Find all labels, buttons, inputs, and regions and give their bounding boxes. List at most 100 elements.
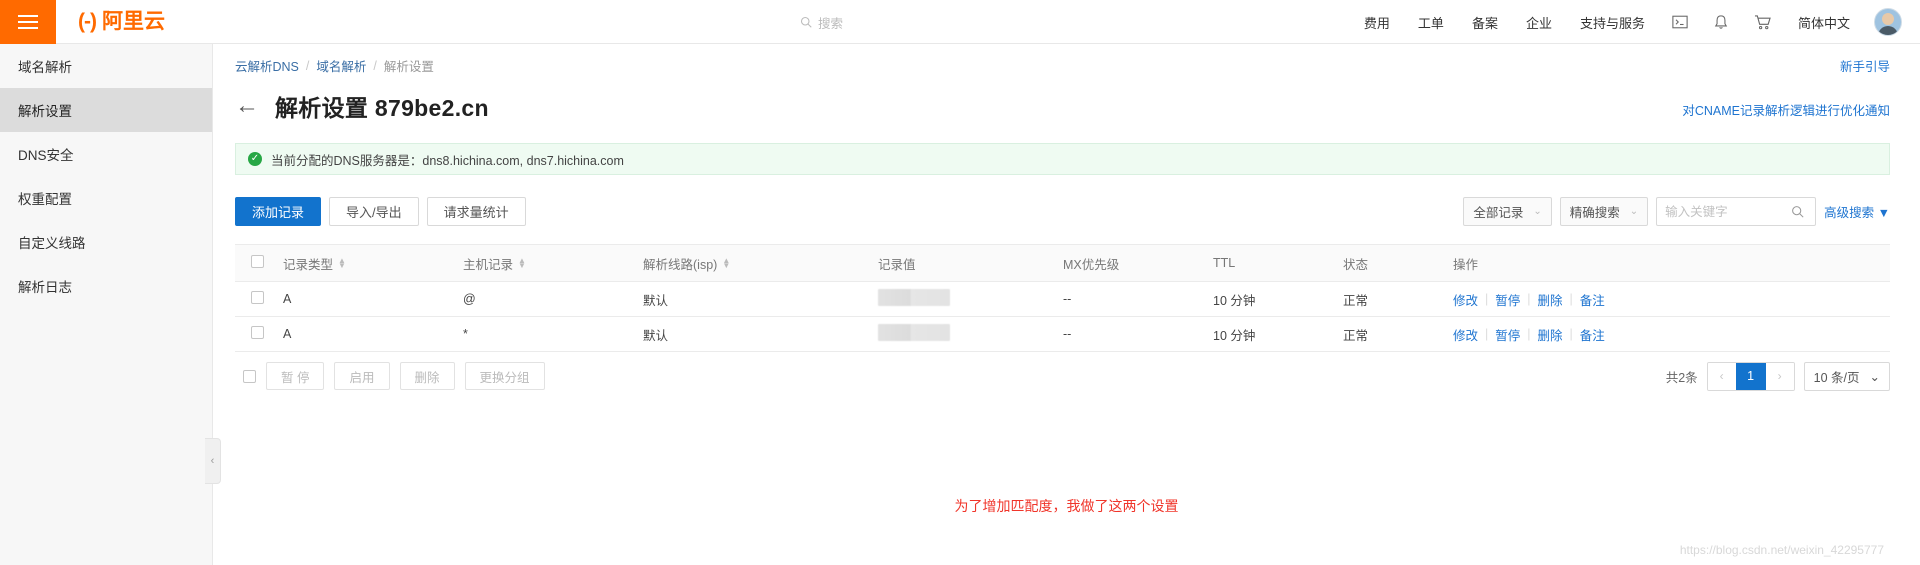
sidebar-item-domain-resolution[interactable]: 域名解析 (0, 44, 212, 88)
breadcrumb-item-domain-resolution[interactable]: 域名解析 (316, 56, 366, 75)
language-selector[interactable]: 简体中文 (1784, 13, 1864, 32)
back-arrow-icon[interactable]: ← (235, 94, 259, 118)
row-select-cell (235, 281, 275, 317)
search-mode-value: 精确搜索 (1569, 206, 1620, 220)
sidebar-item-dns-security[interactable]: DNS安全 (0, 132, 212, 176)
chevron-down-icon: ⌄ (1869, 369, 1880, 384)
search-input[interactable] (1665, 204, 1786, 219)
record-filter-value: 全部记录 (1473, 206, 1524, 220)
select-all-header (235, 244, 275, 282)
delete-record-link[interactable]: 删除 (1538, 325, 1563, 344)
bell-icon[interactable] (1701, 14, 1741, 30)
remark-record-link[interactable]: 备注 (1580, 290, 1605, 309)
cell-ttl: 10 分钟 (1205, 281, 1335, 317)
keyword-search-box[interactable] (1656, 197, 1817, 226)
column-mx-priority: MX优先级 (1055, 244, 1205, 282)
redacted-value (878, 324, 950, 341)
row-checkbox[interactable] (251, 326, 264, 339)
beginner-guide-link[interactable]: 新手引导 (1840, 56, 1890, 75)
aliyun-logo[interactable]: (-) 阿里云 (78, 11, 165, 32)
topnav-item-tickets[interactable]: 工单 (1404, 13, 1458, 32)
cname-optimization-notice-link[interactable]: 对CNAME记录解析逻辑进行优化通知 (1682, 100, 1890, 123)
column-host-record[interactable]: 主机记录 ▲ ▼ (455, 244, 635, 282)
user-avatar[interactable] (1874, 8, 1902, 36)
cell-resolution-line: 默认 (635, 316, 870, 352)
remark-record-link[interactable]: 备注 (1580, 325, 1605, 344)
column-status: 状态 (1335, 244, 1445, 282)
sidebar-item-label: DNS安全 (18, 148, 74, 163)
page-title: 解析设置 879be2.cn (275, 95, 489, 121)
bulk-enable-button[interactable]: 启用 (334, 362, 390, 390)
breadcrumb-item-cloud-dns[interactable]: 云解析DNS (235, 56, 299, 75)
table-header-row: 记录类型 ▲ ▼ 主机记录 ▲ ▼ 解析线路(isp) ▲ ▼ 记录值 MX优先… (235, 244, 1890, 282)
sidebar-item-resolution-settings[interactable]: 解析设置 (0, 88, 212, 132)
sort-icon[interactable]: ▲ ▼ (518, 257, 526, 270)
prev-page-button[interactable]: ‹ (1707, 362, 1736, 390)
bulk-actions: 暂 停 启用 删除 更换分组 (235, 362, 545, 390)
terminal-icon[interactable] (1659, 15, 1701, 29)
bulk-change-group-button[interactable]: 更换分组 (464, 362, 545, 390)
status-badge: 正常 (1335, 316, 1445, 352)
import-export-button[interactable]: 导入/导出 (329, 197, 419, 226)
edit-record-link[interactable]: 修改 (1453, 290, 1478, 309)
sidebar-item-weight-config[interactable]: 权重配置 (0, 176, 212, 220)
action-separator: | (1569, 327, 1573, 341)
cell-mx-priority: -- (1055, 281, 1205, 317)
breadcrumb-separator: / (373, 58, 377, 73)
global-search-input[interactable]: 搜索 (800, 0, 843, 44)
page-size-select[interactable]: 10 条/页 ⌄ (1803, 361, 1890, 391)
breadcrumb: 云解析DNS / 域名解析 / 解析设置 (235, 56, 434, 75)
sidebar-collapse-toggle[interactable]: ‹ (205, 438, 221, 484)
table-body: A @ 默认 -- 10 分钟 正常 修改 | 暂停 | 删除 | 备注 A *… (235, 281, 1890, 352)
dns-server-notice-text: 当前分配的DNS服务器是：dns8.hichina.com, dns7.hich… (271, 153, 624, 168)
select-all-checkbox[interactable] (251, 255, 264, 268)
column-resolution-line[interactable]: 解析线路(isp) ▲ ▼ (635, 244, 870, 282)
row-checkbox[interactable] (251, 291, 264, 304)
filter-controls: 全部记录 ⌄ 精确搜索 ⌄ 高级搜索 ▼ (1463, 197, 1890, 226)
sort-icon[interactable]: ▲ ▼ (722, 257, 730, 270)
cell-mx-priority: -- (1055, 316, 1205, 352)
add-record-button[interactable]: 添加记录 (235, 197, 322, 226)
table-toolbar: 添加记录 导入/导出 请求量统计 全部记录 ⌄ 精确搜索 ⌄ 高级搜索 (235, 197, 1890, 226)
dns-server-notice: ✓ 当前分配的DNS服务器是：dns8.hichina.com, dns7.hi… (235, 143, 1890, 175)
search-mode-select[interactable]: 精确搜索 ⌄ (1559, 197, 1649, 226)
top-navigation-bar: (-) 阿里云 搜索 费用 工单 备案 企业 支持与服务 简体中文 (0, 0, 1920, 44)
page-number-1[interactable]: 1 (1735, 362, 1766, 390)
sort-icon[interactable]: ▲ ▼ (338, 257, 346, 270)
topnav-item-icp[interactable]: 备案 (1458, 13, 1512, 32)
column-label: 状态 (1343, 257, 1369, 272)
chevron-down-icon: ⌄ (1533, 206, 1542, 217)
sidebar-item-custom-line[interactable]: 自定义线路 (0, 220, 212, 264)
request-stats-button[interactable]: 请求量统计 (426, 197, 526, 226)
table-row: A @ 默认 -- 10 分钟 正常 修改 | 暂停 | 删除 | 备注 (235, 281, 1890, 317)
main-content: 云解析DNS / 域名解析 / 解析设置 新手引导 ← 解析设置 879be2.… (213, 44, 1920, 565)
topnav-item-enterprise[interactable]: 企业 (1512, 13, 1566, 32)
bulk-pause-button[interactable]: 暂 停 (266, 362, 325, 390)
cart-icon[interactable] (1741, 14, 1784, 30)
topnav-item-support[interactable]: 支持与服务 (1566, 13, 1659, 32)
delete-record-link[interactable]: 删除 (1538, 290, 1563, 309)
action-separator: | (1527, 327, 1531, 341)
next-page-button[interactable]: › (1765, 362, 1794, 390)
search-icon[interactable] (1791, 205, 1804, 218)
record-filter-select[interactable]: 全部记录 ⌄ (1463, 197, 1552, 226)
success-check-icon: ✓ (248, 152, 262, 166)
table-row: A * 默认 -- 10 分钟 正常 修改 | 暂停 | 删除 | 备注 (235, 316, 1890, 352)
hamburger-menu-icon[interactable] (0, 0, 56, 44)
edit-record-link[interactable]: 修改 (1453, 325, 1478, 344)
sidebar-item-resolution-log[interactable]: 解析日志 (0, 264, 212, 308)
pause-record-link[interactable]: 暂停 (1495, 325, 1520, 344)
sidebar-item-label: 解析日志 (18, 280, 72, 295)
watermark-text: https://blog.csdn.net/weixin_42295777 (1679, 543, 1884, 557)
bulk-select-all-checkbox[interactable] (243, 369, 256, 383)
topnav-item-fees[interactable]: 费用 (1350, 13, 1404, 32)
pagination: 共2条 ‹ 1 › 10 条/页 ⌄ (1666, 361, 1890, 391)
bulk-delete-button[interactable]: 删除 (399, 362, 455, 390)
advanced-search-link[interactable]: 高级搜索 ▼ (1824, 202, 1890, 221)
column-label: TTL (1213, 256, 1236, 270)
dns-records-table: 记录类型 ▲ ▼ 主机记录 ▲ ▼ 解析线路(isp) ▲ ▼ 记录值 MX优先… (235, 244, 1890, 352)
column-record-type[interactable]: 记录类型 ▲ ▼ (275, 244, 455, 282)
pause-record-link[interactable]: 暂停 (1495, 290, 1520, 309)
search-icon (800, 16, 812, 28)
sidebar: 域名解析 解析设置 DNS安全 权重配置 自定义线路 解析日志 (0, 44, 213, 565)
